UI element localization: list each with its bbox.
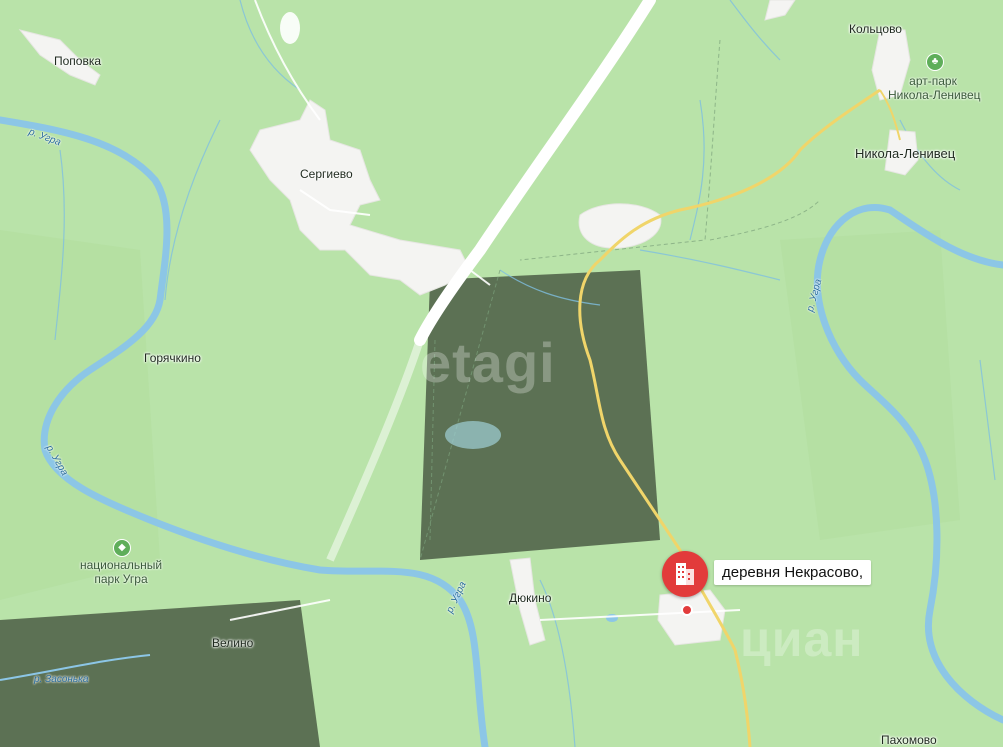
poi-national-park[interactable]: национальный парк Угра	[76, 558, 166, 586]
poi-art-park-line2: Никола-Ленивец	[888, 88, 981, 102]
watermark-etagi: etagi	[420, 331, 556, 394]
poi-national-park-line1: национальный	[79, 558, 163, 572]
poi-national-park-line2: парк Угра	[94, 572, 148, 586]
place-label-nikola-lenivets[interactable]: Никола-Ленивец	[855, 146, 955, 161]
animal-icon[interactable]: ◆	[113, 539, 131, 557]
place-label-popovka[interactable]: Поповка	[54, 54, 101, 68]
map-canvas[interactable]: etagi циан Поповка Сергиево Кольцово Ник…	[0, 0, 1003, 747]
place-label-pakhomovo[interactable]: Пахомово	[881, 733, 937, 747]
place-label-dyukino[interactable]: Дюкино	[509, 591, 551, 605]
marker-callout[interactable]: деревня Некрасово,	[714, 560, 872, 585]
poi-art-park-line1: арт-парк	[909, 74, 957, 88]
river-label-zasonka: р. Засонька	[34, 674, 89, 685]
building-icon	[676, 563, 694, 585]
tree-icon[interactable]: ♣	[926, 53, 944, 71]
place-label-velino[interactable]: Велино	[212, 636, 253, 650]
marker-point	[681, 604, 693, 616]
watermark-cian: циан	[740, 611, 864, 667]
location-marker[interactable]	[662, 551, 708, 597]
poi-art-park[interactable]: арт-парк Никола-Ленивец	[888, 74, 981, 102]
place-label-koltsovo[interactable]: Кольцово	[849, 22, 902, 36]
place-label-goryachkino[interactable]: Горячкино	[144, 351, 201, 365]
place-label-sergievo[interactable]: Сергиево	[300, 167, 353, 181]
